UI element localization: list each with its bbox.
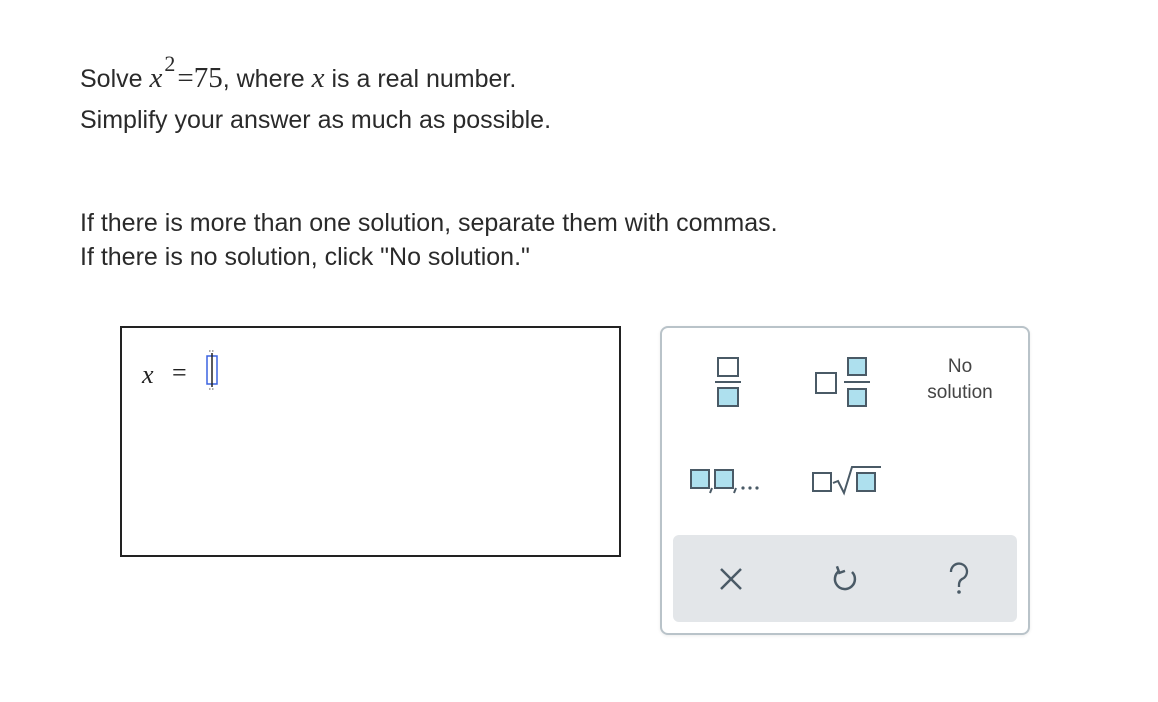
no-solution-button[interactable]: No solution — [910, 354, 1010, 406]
mixed-number-icon — [815, 357, 870, 407]
math-variable-2: x — [311, 62, 325, 94]
answer-box[interactable]: x = — [120, 326, 621, 557]
no-solution-label-2: solution — [927, 382, 993, 403]
undo-button[interactable] — [815, 555, 875, 603]
list-button[interactable] — [686, 460, 766, 500]
math-variable: x — [149, 62, 163, 94]
answer-input[interactable] — [204, 350, 220, 390]
nth-root-button[interactable] — [808, 460, 884, 500]
fraction-icon — [715, 357, 741, 407]
mixed-number-button[interactable] — [810, 350, 874, 414]
undo-icon — [833, 565, 857, 591]
help-button[interactable] — [929, 555, 989, 603]
list-icon — [690, 469, 759, 494]
problem-suffix-a: , where — [222, 65, 312, 93]
math-equals-value: =75 — [177, 62, 223, 94]
keypad-action-tray — [673, 535, 1017, 622]
problem-statement: Solve x2=75, where x is a real number. S… — [80, 51, 552, 140]
no-solution-label-1: No — [947, 356, 973, 377]
problem-line-2: Simplify your answer as much as possible… — [80, 106, 552, 134]
fraction-button[interactable] — [708, 350, 748, 414]
clear-button[interactable] — [701, 555, 761, 603]
instruction-line-1: If there is more than one solution, sepa… — [80, 209, 778, 237]
input-cursor-icon — [206, 350, 218, 390]
problem-suffix-b: is a real number. — [324, 65, 517, 93]
instruction-line-2: If there is no solution, click "No solut… — [80, 243, 530, 271]
help-icon — [949, 562, 969, 594]
problem-prefix: Solve — [80, 65, 150, 93]
problem-line-1: Solve x2=75, where x is a real number. — [80, 51, 551, 100]
clear-icon — [720, 568, 742, 590]
answer-variable: x — [142, 360, 154, 389]
math-exponent: 2 — [164, 51, 176, 76]
instructions: If there is more than one solution, sepa… — [80, 206, 778, 274]
nth-root-icon — [812, 466, 881, 496]
answer-equals: = — [172, 358, 187, 387]
math-keypad: No solution — [660, 326, 1030, 635]
